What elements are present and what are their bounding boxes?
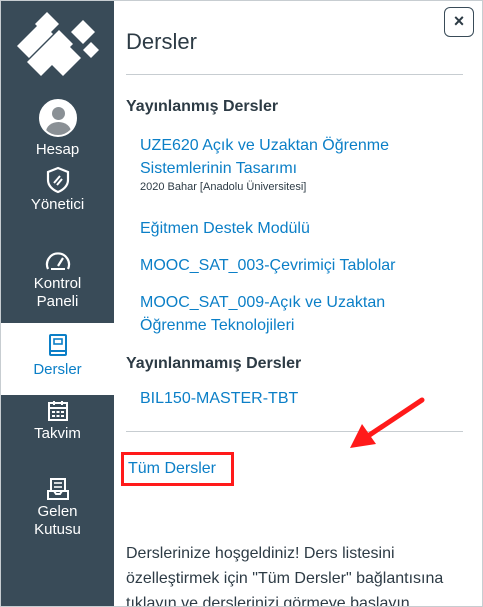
calendar-icon xyxy=(47,401,68,421)
unpublished-courses-heading: Yayınlanmamış Dersler xyxy=(126,355,302,372)
inbox-icon xyxy=(46,478,69,500)
global-navigation: Hesap Yönetici Kontrol Paneli Dersler Ta… xyxy=(1,1,114,606)
all-courses-label: Tüm Dersler xyxy=(128,460,217,477)
course-link[interactable]: Eğitmen Destek Modülü xyxy=(140,217,450,240)
welcome-text: Derslerinize hoşgeldiniz! Ders listesini… xyxy=(126,545,444,607)
annotation-arrow-icon xyxy=(350,397,425,448)
courses-tray: × Dersler Yayınlanmış Dersler UZE620 Açı… xyxy=(114,1,482,606)
tray-title: Dersler xyxy=(126,29,197,54)
divider xyxy=(126,74,463,75)
shield-icon xyxy=(46,166,69,194)
nav-item-admin[interactable]: Yönetici xyxy=(1,166,114,214)
nav-item-calendar[interactable]: Takvim xyxy=(1,399,114,443)
nav-label-calendar: Takvim xyxy=(34,425,81,442)
dashboard-gauge-icon xyxy=(45,252,70,270)
course-link[interactable]: MOOC_SAT_003-Çevrimiçi Tablolar xyxy=(140,254,450,277)
nav-label-account: Hesap xyxy=(35,141,80,158)
all-courses-link[interactable]: Tüm Dersler xyxy=(121,452,234,486)
user-avatar-icon xyxy=(38,99,77,137)
nav-label-inbox: Gelen Kutusu xyxy=(34,503,81,538)
close-icon: × xyxy=(453,11,465,31)
nav-label-dashboard: Kontrol Paneli xyxy=(33,275,82,310)
canvas-logo-icon[interactable] xyxy=(11,6,103,86)
nav-item-account[interactable]: Hesap xyxy=(1,99,114,159)
published-courses-heading: Yayınlanmış Dersler xyxy=(126,98,279,115)
courses-tray-window: Hesap Yönetici Kontrol Paneli Dersler Ta… xyxy=(0,0,483,607)
close-button[interactable]: × xyxy=(444,7,474,37)
nav-label-admin: Yönetici xyxy=(30,196,85,213)
nav-item-inbox[interactable]: Gelen Kutusu xyxy=(1,477,114,539)
nav-label-courses: Dersler xyxy=(33,361,82,378)
nav-item-dashboard[interactable]: Kontrol Paneli xyxy=(1,249,114,311)
course-link[interactable]: UZE620 Açık ve Uzaktan Öğrenme Sistemler… xyxy=(140,134,450,180)
course-link[interactable]: MOOC_SAT_009-Açık ve Uzaktan Öğrenme Tek… xyxy=(140,291,450,337)
nav-item-courses[interactable]: Dersler xyxy=(1,323,114,395)
course-term: 2020 Bahar [Anadolu Üniversitesi] xyxy=(140,181,307,193)
book-icon xyxy=(48,334,67,356)
